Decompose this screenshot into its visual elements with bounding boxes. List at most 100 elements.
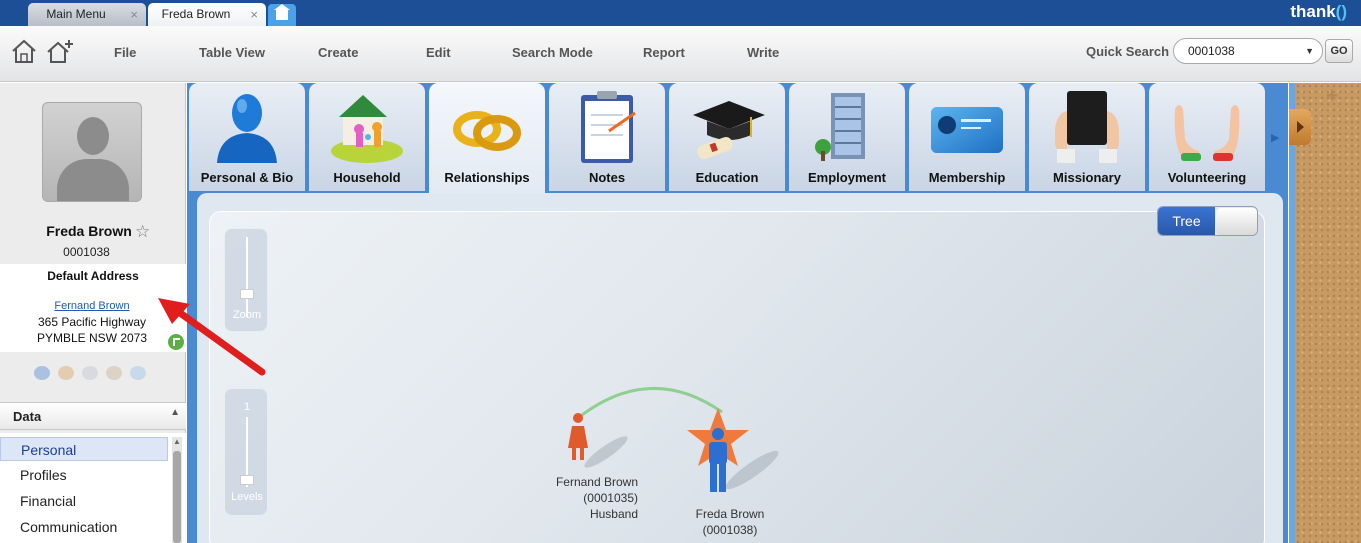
add-note-icon[interactable]: +	[1326, 85, 1338, 108]
rings-icon	[453, 111, 521, 151]
graduation-cap-icon	[693, 101, 765, 160]
tab-label: Employment	[807, 170, 886, 185]
tab-personal-bio[interactable]: Personal & Bio	[189, 83, 305, 191]
person-icon	[217, 94, 277, 163]
tab-label: Notes	[588, 170, 626, 185]
building-icon	[815, 93, 865, 161]
close-icon[interactable]: ×	[130, 3, 138, 26]
home-icon[interactable]	[10, 38, 38, 64]
menu-table-view[interactable]: Table View	[199, 45, 265, 60]
membership-mini-icon[interactable]	[130, 366, 146, 380]
menu-edit[interactable]: Edit	[426, 45, 451, 60]
quick-search-input[interactable]: 0001038 ▼	[1173, 38, 1323, 64]
toolbar: File Table View Create Edit Search Mode …	[0, 26, 1361, 82]
data-section-title: Data	[13, 409, 42, 424]
hands-icon	[1174, 105, 1240, 161]
levels-slider[interactable]: 1 Levels	[224, 388, 268, 516]
household-icon	[331, 95, 403, 163]
tree-toggle-label: Tree	[1158, 207, 1215, 235]
avatar[interactable]	[42, 102, 142, 202]
tree-toggle[interactable]: Tree	[1157, 206, 1258, 236]
tab-education[interactable]: Education	[669, 83, 785, 191]
avatar-head	[77, 117, 109, 155]
levels-value: 1	[243, 401, 251, 413]
person-mini-icon[interactable]	[34, 366, 50, 380]
star-icon[interactable]: ☆	[135, 222, 150, 242]
tab-volunteering[interactable]: Volunteering	[1149, 83, 1265, 191]
menu-create[interactable]: Create	[318, 45, 358, 60]
category-ribbon: Personal & Bio Household Relationships N…	[187, 83, 1288, 193]
tab-strip: Main Menu × Freda Brown × thank()	[0, 0, 1361, 26]
tab-missionary[interactable]: Missionary	[1029, 83, 1145, 191]
nav-item-personal[interactable]: Personal	[0, 437, 168, 461]
add-home-icon[interactable]	[46, 38, 74, 64]
toggle-knob[interactable]	[1216, 208, 1257, 235]
data-section-header[interactable]: Data ▲	[0, 402, 186, 430]
tab-household[interactable]: Household	[309, 83, 425, 191]
levels-label: Levels	[231, 491, 263, 503]
tab-label: Volunteering	[1167, 170, 1247, 185]
tab-label: Membership	[928, 170, 1006, 185]
scroll-up-icon[interactable]: ▲	[173, 437, 181, 446]
person-name: Freda Brown	[46, 223, 132, 239]
tab-membership[interactable]: Membership	[909, 83, 1025, 191]
household-mini-icon[interactable]	[58, 366, 74, 380]
tab-label: Missionary	[1053, 170, 1121, 185]
tab-label: Freda Brown	[161, 7, 231, 21]
chevron-up-icon[interactable]: ▲	[170, 407, 180, 418]
annotation-arrow-icon	[158, 298, 266, 376]
node-label-fernand[interactable]: Fernand Brown (0001035) Husband	[540, 474, 638, 522]
relationships-panel: Tree Zoom 1 Levels Fernand Brown (000103…	[197, 193, 1283, 543]
menu-report[interactable]: Report	[643, 45, 685, 60]
chevron-down-icon[interactable]: ▼	[1305, 39, 1314, 63]
node-id: (0001035)	[583, 491, 638, 505]
data-nav-list: Personal Profiles Financial Communicatio…	[0, 433, 186, 543]
bible-icon	[1055, 91, 1119, 163]
address-title: Default Address	[47, 269, 139, 283]
new-tab-home-button[interactable]	[268, 4, 296, 26]
scrollbar[interactable]: ▲	[172, 437, 182, 543]
tab-notes[interactable]: Notes	[549, 83, 665, 191]
relationship-canvas[interactable]: Tree Zoom 1 Levels Fernand Brown (000103…	[209, 206, 1265, 543]
avatar-body	[57, 159, 129, 201]
tab-label: Household	[333, 170, 401, 185]
menu-search-mode[interactable]: Search Mode	[512, 45, 593, 60]
relationship-link	[577, 386, 723, 420]
tab-label: Relationships	[444, 170, 530, 185]
node-shadow	[584, 436, 628, 468]
female-person-icon[interactable]	[568, 413, 588, 460]
mini-icon-row	[34, 363, 154, 383]
node-name: Freda Brown	[695, 507, 765, 521]
node-id: (0001038)	[702, 523, 758, 537]
notes-mini-icon[interactable]	[106, 366, 122, 380]
corkboard-panel	[1289, 83, 1361, 543]
close-icon[interactable]: ×	[250, 3, 258, 26]
ribbon-next-icon[interactable]: ▶	[1271, 131, 1279, 144]
menu-write[interactable]: Write	[747, 45, 779, 60]
tab-label: Personal & Bio	[200, 170, 294, 185]
quick-search-label: Quick Search	[1086, 44, 1170, 59]
tab-label: Main Menu	[46, 7, 106, 21]
membership-card-icon	[931, 107, 1003, 153]
relationships-mini-icon[interactable]	[82, 366, 98, 380]
nav-item-profiles[interactable]: Profiles	[0, 463, 168, 487]
home-icon	[274, 4, 290, 20]
nav-item-financial[interactable]: Financial	[0, 489, 168, 513]
content-area: Personal & Bio Household Relationships N…	[187, 83, 1288, 543]
brand-logo: thank()	[1290, 2, 1347, 21]
node-label-freda[interactable]: Freda Brown (0001038)	[680, 506, 780, 538]
quick-search-value: 0001038	[1188, 44, 1235, 58]
levels-thumb[interactable]	[240, 475, 254, 485]
app-window: { "tabs": [ {"label": "Main Menu", "clos…	[0, 0, 1361, 543]
clipboard-icon	[581, 91, 636, 163]
tab-main-menu[interactable]: Main Menu ×	[28, 3, 146, 26]
go-button[interactable]: GO	[1325, 39, 1353, 63]
nav-item-communication[interactable]: Communication	[0, 515, 168, 539]
scroll-thumb[interactable]	[173, 451, 181, 543]
tab-relationships[interactable]: Relationships	[429, 83, 545, 193]
corkboard-expand-tab[interactable]	[1289, 109, 1311, 145]
menu-file[interactable]: File	[114, 45, 136, 60]
tab-employment[interactable]: Employment	[789, 83, 905, 191]
person-id: 0001038	[63, 245, 110, 259]
tab-freda-brown[interactable]: Freda Brown ×	[148, 3, 266, 26]
